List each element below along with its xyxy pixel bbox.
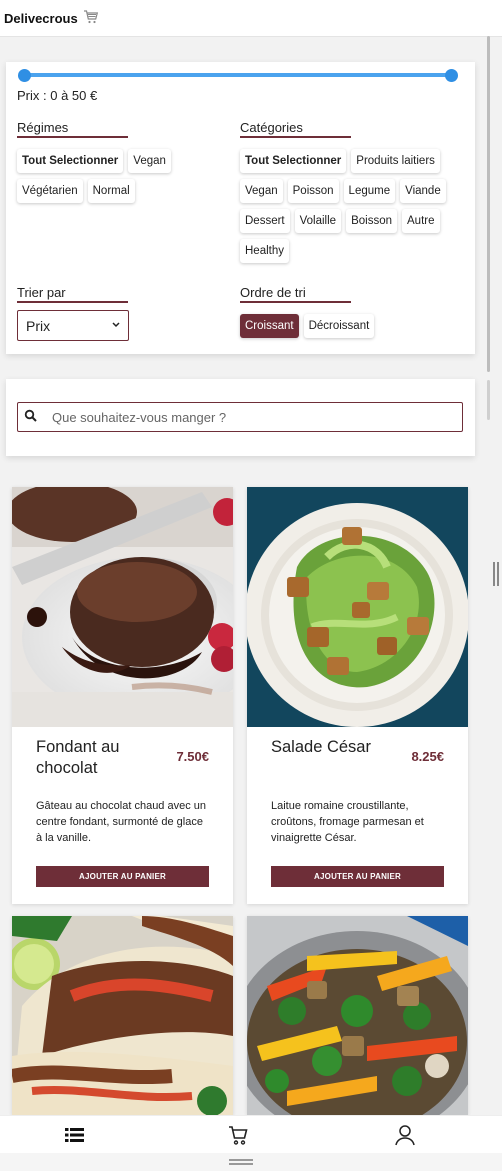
chip-category-produits-laitiers[interactable]: Produits laitiers bbox=[351, 149, 440, 173]
menu-list-icon[interactable] bbox=[63, 1123, 87, 1147]
chip-regime-vegetarien[interactable]: Végétarien bbox=[17, 179, 83, 203]
sort-select-value: Prix bbox=[26, 317, 51, 334]
bottom-navigation bbox=[0, 1115, 502, 1153]
chip-category-healthy[interactable]: Healthy bbox=[240, 239, 289, 263]
product-card: Salade César 8.25€ Laitue romaine croust… bbox=[247, 487, 468, 904]
chip-category-dessert[interactable]: Dessert bbox=[240, 209, 290, 233]
search-icon bbox=[24, 409, 40, 425]
app-header: Delivecrous bbox=[0, 0, 502, 37]
sort-select[interactable]: Prix bbox=[17, 310, 129, 341]
search-bar[interactable] bbox=[17, 402, 463, 432]
chip-regime-vegan[interactable]: Vegan bbox=[128, 149, 171, 173]
chip-category-legume[interactable]: Legume bbox=[343, 179, 396, 203]
product-name: Salade César bbox=[271, 738, 371, 756]
product-card: Fondant au chocolat 7.50€ Gâteau au choc… bbox=[12, 487, 233, 904]
chip-category-boisson[interactable]: Boisson bbox=[346, 209, 397, 233]
chevron-down-icon bbox=[112, 320, 120, 331]
regimes-title: Régimes bbox=[17, 120, 128, 138]
add-to-cart-button[interactable]: AJOUTER AU PANIER bbox=[36, 866, 209, 887]
chip-order-decroissant[interactable]: Décroissant bbox=[303, 314, 375, 338]
product-price: 7.50€ bbox=[176, 749, 209, 764]
product-name: Fondant au chocolat bbox=[36, 738, 120, 777]
cart-icon[interactable] bbox=[83, 9, 99, 27]
price-range-slider[interactable] bbox=[18, 69, 458, 82]
product-description: Laitue romaine croustillante, croûtons, … bbox=[271, 800, 424, 844]
price-range-label: Prix : 0 à 50 € bbox=[17, 88, 98, 103]
sort-title: Trier par bbox=[17, 285, 128, 303]
product-description: Gâteau au chocolat chaud avec un centre … bbox=[36, 800, 207, 844]
user-icon[interactable] bbox=[393, 1123, 417, 1147]
scrollbar-thumb[interactable] bbox=[487, 380, 490, 420]
product-card bbox=[12, 916, 233, 1115]
cart-icon[interactable] bbox=[227, 1123, 251, 1147]
price-max-handle[interactable] bbox=[445, 69, 458, 82]
drag-handle[interactable] bbox=[493, 562, 501, 586]
chip-category-all[interactable]: Tout Selectionner bbox=[240, 149, 347, 173]
chip-order-croissant[interactable]: Croissant bbox=[240, 314, 299, 338]
product-card bbox=[247, 916, 468, 1115]
regimes-chips: Tout Selectionner Vegan Végétarien Norma… bbox=[17, 149, 207, 203]
chip-category-autre[interactable]: Autre bbox=[402, 209, 440, 233]
order-title: Ordre de tri bbox=[240, 285, 351, 303]
product-image[interactable] bbox=[247, 916, 468, 1115]
chip-regime-all[interactable]: Tout Selectionner bbox=[17, 149, 124, 173]
product-image[interactable] bbox=[12, 487, 233, 727]
chip-category-volaille[interactable]: Volaille bbox=[294, 209, 342, 233]
price-range-track bbox=[24, 73, 452, 77]
product-price: 8.25€ bbox=[411, 749, 444, 764]
add-to-cart-button[interactable]: AJOUTER AU PANIER bbox=[271, 866, 444, 887]
chip-category-vegan[interactable]: Vegan bbox=[240, 179, 283, 203]
search-input[interactable] bbox=[52, 409, 462, 425]
filters-panel: Prix : 0 à 50 € Régimes Tout Selectionne… bbox=[6, 62, 475, 354]
product-image[interactable] bbox=[12, 916, 233, 1115]
chip-category-viande[interactable]: Viande bbox=[400, 179, 446, 203]
vertical-scrollbar[interactable] bbox=[487, 36, 490, 372]
home-indicator bbox=[0, 1153, 502, 1171]
app-title[interactable]: Delivecrous bbox=[4, 11, 78, 26]
order-chips: Croissant Décroissant bbox=[240, 314, 375, 338]
categories-title: Catégories bbox=[240, 120, 351, 138]
search-panel bbox=[6, 379, 475, 456]
categories-chips: Tout Selectionner Produits laitiers Vega… bbox=[240, 149, 465, 263]
price-min-handle[interactable] bbox=[18, 69, 31, 82]
chip-category-poisson[interactable]: Poisson bbox=[287, 179, 339, 203]
chip-regime-normal[interactable]: Normal bbox=[87, 179, 135, 203]
product-image[interactable] bbox=[247, 487, 468, 727]
